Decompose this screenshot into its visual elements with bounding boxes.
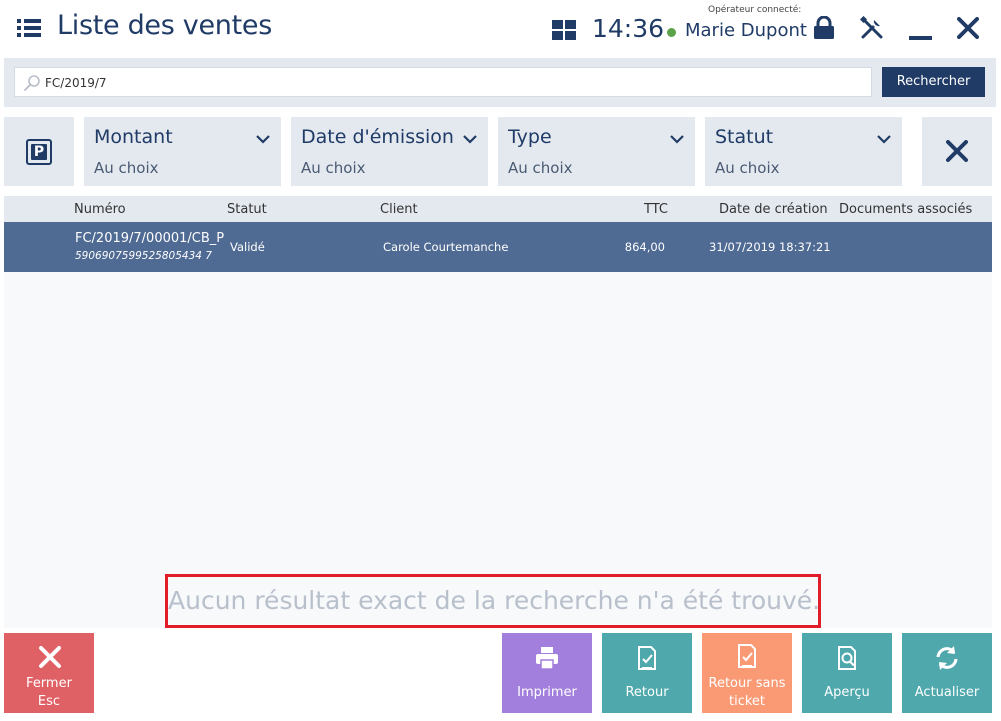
search-field[interactable] bbox=[14, 67, 872, 97]
no-result-message-box: Aucun résultat exact de la recherche n'a… bbox=[165, 574, 821, 628]
chevron-down-icon bbox=[670, 135, 684, 144]
no-result-message: Aucun résultat exact de la recherche n'a… bbox=[168, 586, 821, 615]
row-number: FC/2019/7/00001/CB_P bbox=[75, 231, 225, 246]
print-button[interactable]: Imprimer bbox=[502, 633, 592, 713]
close-label: Fermer bbox=[26, 676, 72, 691]
search-icon bbox=[24, 75, 40, 91]
filter-title: Montant bbox=[94, 126, 173, 148]
print-label: Imprimer bbox=[517, 685, 577, 700]
operator-label: Opérateur connecté: bbox=[708, 5, 802, 15]
return-without-ticket-button[interactable]: Retour sans ticket bbox=[702, 633, 792, 713]
online-status-dot bbox=[667, 28, 676, 37]
preview-button[interactable]: Aperçu bbox=[802, 633, 892, 713]
minimize-icon[interactable] bbox=[909, 17, 932, 41]
search-input[interactable] bbox=[45, 72, 865, 94]
column-header-documents[interactable]: Documents associés bbox=[839, 202, 972, 217]
document-check-icon bbox=[638, 646, 656, 670]
return-without-ticket-label: ticket bbox=[728, 694, 766, 709]
printer-icon bbox=[536, 647, 558, 670]
close-icon bbox=[946, 140, 968, 162]
close-window-icon[interactable] bbox=[957, 17, 979, 39]
return-without-ticket-label: Retour sans bbox=[708, 676, 786, 691]
clock: 14:36 bbox=[592, 14, 665, 43]
sales-table: Numéro Statut Client TTC Date de créatio… bbox=[4, 196, 992, 628]
filter-title: Type bbox=[508, 126, 552, 148]
windows-grid-icon[interactable] bbox=[552, 20, 576, 40]
table-row[interactable]: FC/2019/7/00001/CB_P 5906907599525805434… bbox=[4, 222, 992, 272]
filter-type[interactable]: Type Au choix bbox=[498, 117, 695, 186]
close-icon bbox=[39, 646, 61, 668]
close-button[interactable]: Fermer Esc bbox=[4, 633, 94, 713]
return-button[interactable]: Retour bbox=[602, 633, 692, 713]
column-header-created[interactable]: Date de création bbox=[719, 202, 828, 217]
filter-amount[interactable]: Montant Au choix bbox=[84, 117, 281, 186]
menu-icon[interactable] bbox=[17, 17, 41, 39]
column-header-ttc[interactable]: TTC bbox=[644, 202, 668, 217]
chevron-down-icon bbox=[463, 135, 477, 144]
document-search-icon bbox=[838, 646, 856, 670]
tools-icon[interactable] bbox=[860, 16, 884, 40]
row-ttc: 864,00 bbox=[624, 240, 665, 254]
filter-title: Statut bbox=[715, 126, 774, 148]
close-shortcut: Esc bbox=[37, 694, 61, 709]
refresh-label: Actualiser bbox=[914, 685, 980, 700]
column-header-client[interactable]: Client bbox=[380, 202, 418, 217]
column-header-status[interactable]: Statut bbox=[227, 202, 267, 217]
filter-status[interactable]: Statut Au choix bbox=[705, 117, 902, 186]
row-client: Carole Courtemanche bbox=[383, 240, 509, 254]
filter-value: Au choix bbox=[94, 159, 159, 177]
document-check-icon bbox=[738, 644, 756, 668]
row-created: 31/07/2019 18:37:21 bbox=[709, 240, 831, 254]
preview-label: Aperçu bbox=[824, 685, 870, 700]
filter-title: Date d'émission bbox=[301, 126, 454, 148]
filter-issue-date[interactable]: Date d'émission Au choix bbox=[291, 117, 488, 186]
page-title: Liste des ventes bbox=[57, 10, 272, 41]
parking-icon: P bbox=[26, 139, 52, 165]
filter-value: Au choix bbox=[715, 159, 780, 177]
header: Liste des ventes 14:36 Opérateur connect… bbox=[0, 0, 1001, 58]
filter-value: Au choix bbox=[508, 159, 573, 177]
table-header: Numéro Statut Client TTC Date de créatio… bbox=[4, 196, 992, 222]
column-header-number[interactable]: Numéro bbox=[74, 202, 126, 217]
operator-name: Marie Dupont bbox=[685, 20, 807, 41]
chevron-down-icon bbox=[877, 135, 891, 144]
filter-value: Au choix bbox=[301, 159, 366, 177]
return-label: Retour bbox=[625, 685, 669, 700]
search-button[interactable]: Rechercher bbox=[882, 67, 985, 97]
refresh-button[interactable]: Actualiser bbox=[902, 633, 992, 713]
lock-icon[interactable] bbox=[813, 16, 835, 40]
search-bar: Rechercher bbox=[4, 58, 996, 107]
chevron-down-icon bbox=[256, 135, 270, 144]
clear-filters-button[interactable] bbox=[922, 117, 992, 186]
refresh-icon bbox=[936, 646, 958, 670]
row-status: Validé bbox=[230, 240, 265, 254]
row-ean: 5906907599525805434 7 bbox=[75, 250, 212, 262]
parking-button[interactable]: P bbox=[4, 117, 74, 186]
